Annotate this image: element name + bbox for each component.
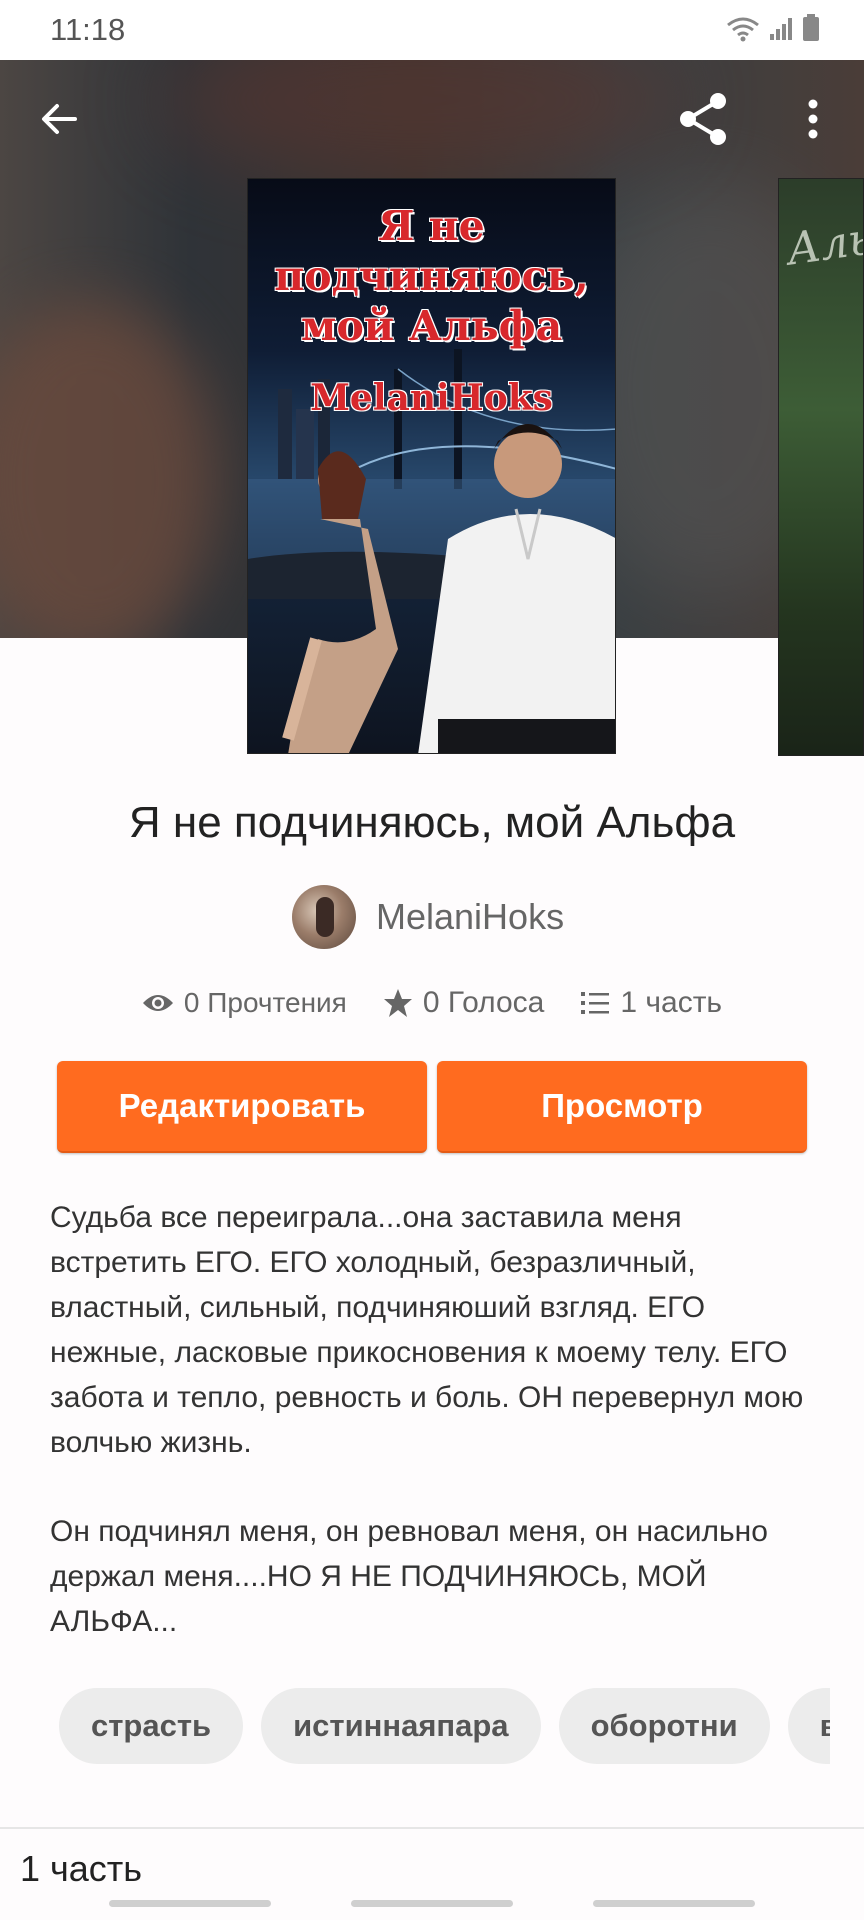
story-stats: 0 Прочтения 0 Голоса 1 часть bbox=[0, 986, 864, 1020]
parts-heading[interactable]: 1 часть bbox=[20, 1848, 142, 1890]
story-description: Судьба все переиграла...она заставила ме… bbox=[50, 1195, 820, 1688]
action-buttons: Редактировать Просмотр bbox=[57, 1061, 807, 1153]
tag-chip[interactable]: оборотни bbox=[558, 1688, 770, 1764]
parts-stat: 1 часть bbox=[580, 986, 722, 1020]
description-paragraph-2: Он подчинял меня, он ревновал меня, он н… bbox=[50, 1515, 768, 1638]
preview-button[interactable]: Просмотр bbox=[437, 1061, 807, 1153]
eye-icon bbox=[142, 995, 173, 1011]
divider bbox=[0, 1827, 864, 1829]
parts-count: 1 часть bbox=[620, 986, 723, 1019]
author-name[interactable]: MelaniHoks bbox=[376, 896, 564, 938]
bottom-scroll-indicators bbox=[0, 1900, 864, 1908]
more-vertical-icon bbox=[808, 99, 818, 139]
edit-button[interactable]: Редактировать bbox=[57, 1061, 427, 1153]
votes-stat: 0 Голоса bbox=[383, 986, 545, 1020]
avatar[interactable] bbox=[292, 885, 356, 949]
share-button[interactable] bbox=[669, 84, 739, 154]
list-icon bbox=[581, 992, 610, 1014]
status-bar: 11:18 bbox=[0, 0, 864, 60]
votes-count: 0 Голоса bbox=[422, 986, 545, 1019]
next-cover-text: Аль bbox=[783, 213, 864, 276]
tag-chip[interactable]: во bbox=[787, 1688, 830, 1764]
description-paragraph-1: Судьба все переиграла...она заставила ме… bbox=[50, 1201, 804, 1459]
arrow-left-icon bbox=[42, 104, 77, 134]
signal-icon bbox=[770, 18, 792, 40]
more-options-button[interactable] bbox=[778, 84, 848, 154]
story-cover[interactable]: Я не подчиняюсь, мой Альфа MelaniHoks bbox=[247, 178, 616, 754]
story-title: Я не подчиняюсь, мой Альфа bbox=[128, 798, 736, 847]
reads-count: 0 Прочтения bbox=[183, 987, 347, 1018]
wifi-icon bbox=[727, 17, 759, 42]
status-time: 11:18 bbox=[50, 12, 126, 47]
next-story-cover[interactable]: Аль bbox=[778, 178, 864, 756]
tags-list: страсть истиннаяпара оборотни во bbox=[59, 1688, 830, 1764]
battery-icon bbox=[803, 14, 819, 41]
author-row[interactable]: MelaniHoks bbox=[292, 884, 564, 950]
share-icon bbox=[680, 93, 726, 145]
status-icons bbox=[726, 14, 820, 42]
tag-chip[interactable]: истиннаяпара bbox=[261, 1688, 541, 1764]
cover-author: MelaniHoks bbox=[310, 377, 553, 419]
star-icon bbox=[383, 989, 412, 1017]
cover-title: Я не подчиняюсь, мой Альфа bbox=[274, 202, 589, 350]
back-button[interactable] bbox=[24, 84, 94, 154]
reads-stat: 0 Прочтения bbox=[142, 987, 347, 1019]
tag-chip[interactable]: страсть bbox=[59, 1688, 244, 1764]
